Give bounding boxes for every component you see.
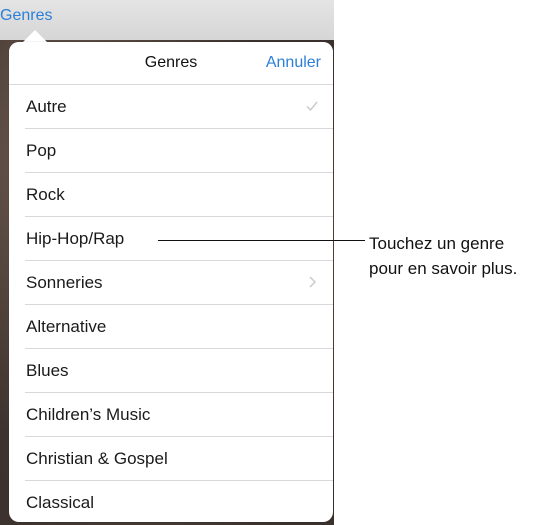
genre-row-christian-gospel[interactable]: Christian & Gospel [9, 437, 333, 481]
genre-label: Children’s Music [26, 405, 151, 424]
genre-row-blues[interactable]: Blues [9, 349, 333, 393]
callout-text: Touchez un genre pour en savoir plus. [369, 231, 517, 281]
genre-label: Christian & Gospel [26, 449, 168, 468]
genre-label: Autre [26, 97, 67, 116]
genre-label: Hip-Hop/Rap [26, 229, 125, 248]
screen: Genres Genres Annuler Autre Pop Rock Hip… [0, 0, 548, 525]
genres-popover: Genres Annuler Autre Pop Rock Hip-Hop/Ra… [9, 42, 333, 522]
genre-row-pop[interactable]: Pop [9, 129, 333, 173]
genres-link[interactable]: Genres [0, 7, 52, 25]
callout-line-2: pour en savoir plus. [369, 259, 518, 278]
genre-label: Sonneries [26, 273, 103, 292]
popover-header: Genres Annuler [9, 42, 333, 85]
callout-line-1: Touchez un genre [369, 234, 505, 253]
top-bar: Genres [0, 0, 334, 40]
genre-label: Blues [26, 361, 69, 380]
cancel-button[interactable]: Annuler [266, 54, 321, 72]
genre-list: Autre Pop Rock Hip-Hop/Rap Sonneries Alt… [9, 85, 333, 522]
callout-line [158, 240, 365, 241]
genre-row-sonneries[interactable]: Sonneries [9, 261, 333, 305]
genre-row-rock[interactable]: Rock [9, 173, 333, 217]
genre-row-classical[interactable]: Classical [9, 481, 333, 522]
genre-row-hip-hop-rap[interactable]: Hip-Hop/Rap [9, 217, 333, 261]
genre-label: Pop [26, 141, 57, 160]
genre-row-childrens-music[interactable]: Children’s Music [9, 393, 333, 437]
genre-row-autre[interactable]: Autre [9, 85, 333, 129]
chevron-right-icon [305, 275, 319, 289]
genre-label: Classical [26, 493, 95, 512]
genre-label: Rock [26, 185, 65, 204]
checkmark-icon [305, 99, 319, 113]
genre-label: Alternative [26, 317, 107, 336]
genre-row-alternative[interactable]: Alternative [9, 305, 333, 349]
